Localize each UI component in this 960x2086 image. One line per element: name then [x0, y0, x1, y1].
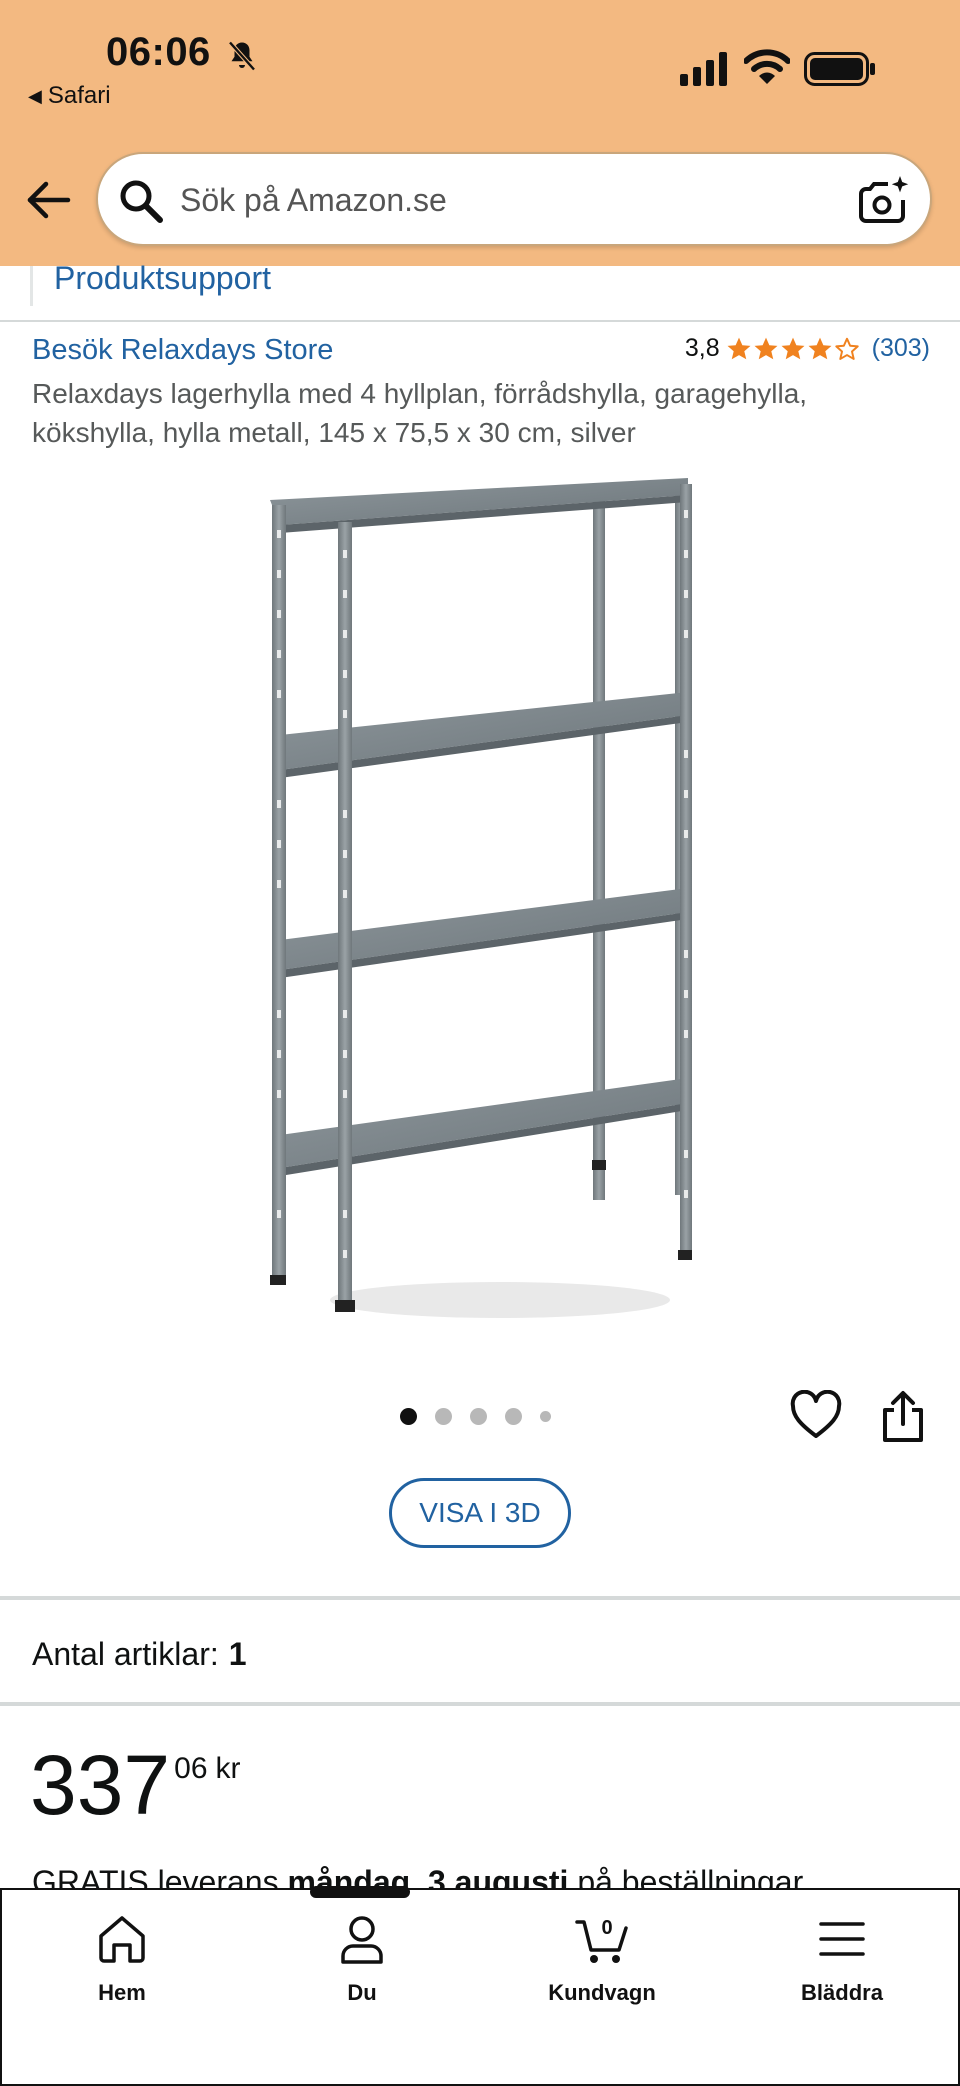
heart-icon[interactable] — [790, 1390, 842, 1442]
star-full-icon — [754, 337, 778, 359]
section-divider — [0, 1596, 960, 1600]
user-icon — [341, 1916, 383, 1964]
battery-icon — [804, 52, 875, 86]
cart-count: 0 — [601, 1917, 612, 1939]
star-full-icon — [727, 337, 751, 359]
quantity-label: Antal artiklar: — [32, 1636, 219, 1672]
carousel-dot[interactable] — [400, 1408, 417, 1425]
camera-search-icon[interactable] — [858, 174, 910, 226]
image-carousel-dots[interactable] — [400, 1408, 551, 1425]
cellular-signal-icon — [680, 52, 727, 86]
star-full-icon — [781, 337, 805, 359]
section-divider — [0, 1702, 960, 1706]
star-full-icon — [808, 337, 832, 359]
support-divider — [30, 266, 33, 306]
app-header: 06:06 ◀ Safari Sök på Amazon.se — [0, 0, 960, 266]
nav-browse-label: Bläddra — [801, 1980, 883, 2005]
rating-value: 3,8 — [684, 334, 720, 362]
carousel-dot[interactable] — [435, 1408, 452, 1425]
bell-muted-icon — [228, 41, 256, 71]
wifi-icon — [744, 49, 790, 84]
quantity-value: 1 — [228, 1636, 247, 1672]
back-triangle-icon: ◀ — [28, 85, 42, 106]
nav-you[interactable]: Du — [282, 1912, 442, 2006]
search-bar[interactable]: Sök på Amazon.se — [96, 152, 932, 246]
review-count[interactable]: (303) — [872, 334, 930, 363]
product-support-link[interactable]: Produktsupport — [54, 260, 271, 297]
nav-cart[interactable]: 0 Kundvagn — [522, 1912, 682, 2006]
nav-you-label: Du — [347, 1980, 377, 2005]
menu-icon — [819, 1922, 865, 1956]
store-link[interactable]: Besök Relaxdays Store — [32, 334, 333, 367]
home-indicator — [310, 1886, 410, 1898]
rating[interactable]: 3,8 (303) — [685, 334, 930, 363]
view-in-3d-button[interactable]: VISA I 3D — [389, 1478, 571, 1548]
home-icon — [99, 1916, 145, 1963]
back-app-label: Safari — [47, 82, 111, 109]
product-title: Relaxdays lagerhylla med 4 hyllplan, för… — [32, 378, 808, 448]
price-currency: kr — [215, 1752, 241, 1785]
price: 337 06 kr — [30, 1740, 241, 1830]
search-icon — [120, 180, 163, 223]
carousel-dot[interactable] — [505, 1408, 522, 1425]
back-arrow-icon[interactable] — [24, 176, 72, 224]
share-icon[interactable] — [878, 1390, 928, 1444]
cart-icon: 0 — [575, 1917, 628, 1963]
nav-browse[interactable]: Bläddra — [762, 1912, 922, 2006]
rating-stars — [726, 336, 860, 362]
product-image[interactable] — [250, 470, 710, 1330]
support-strip: Produktsupport — [0, 260, 960, 322]
bottom-nav: Hem Du 0 Kundvagn Bläddra — [0, 1888, 960, 2086]
price-whole: 337 — [30, 1738, 171, 1832]
star-empty-icon — [834, 337, 859, 360]
back-to-safari[interactable]: ◀ Safari — [28, 82, 111, 110]
nav-cart-label: Kundvagn — [548, 1980, 656, 2005]
carousel-dot[interactable] — [540, 1411, 551, 1422]
nav-home-label: Hem — [98, 1980, 146, 2005]
nav-home[interactable]: Hem — [42, 1912, 202, 2006]
shelf-top — [270, 478, 688, 533]
carousel-dot[interactable] — [470, 1408, 487, 1425]
quantity-selector[interactable]: Antal artiklar: 1 — [32, 1636, 247, 1673]
price-fraction: 06 — [174, 1752, 208, 1785]
status-time: 06:06 — [106, 30, 211, 74]
search-input[interactable]: Sök på Amazon.se — [180, 182, 447, 219]
